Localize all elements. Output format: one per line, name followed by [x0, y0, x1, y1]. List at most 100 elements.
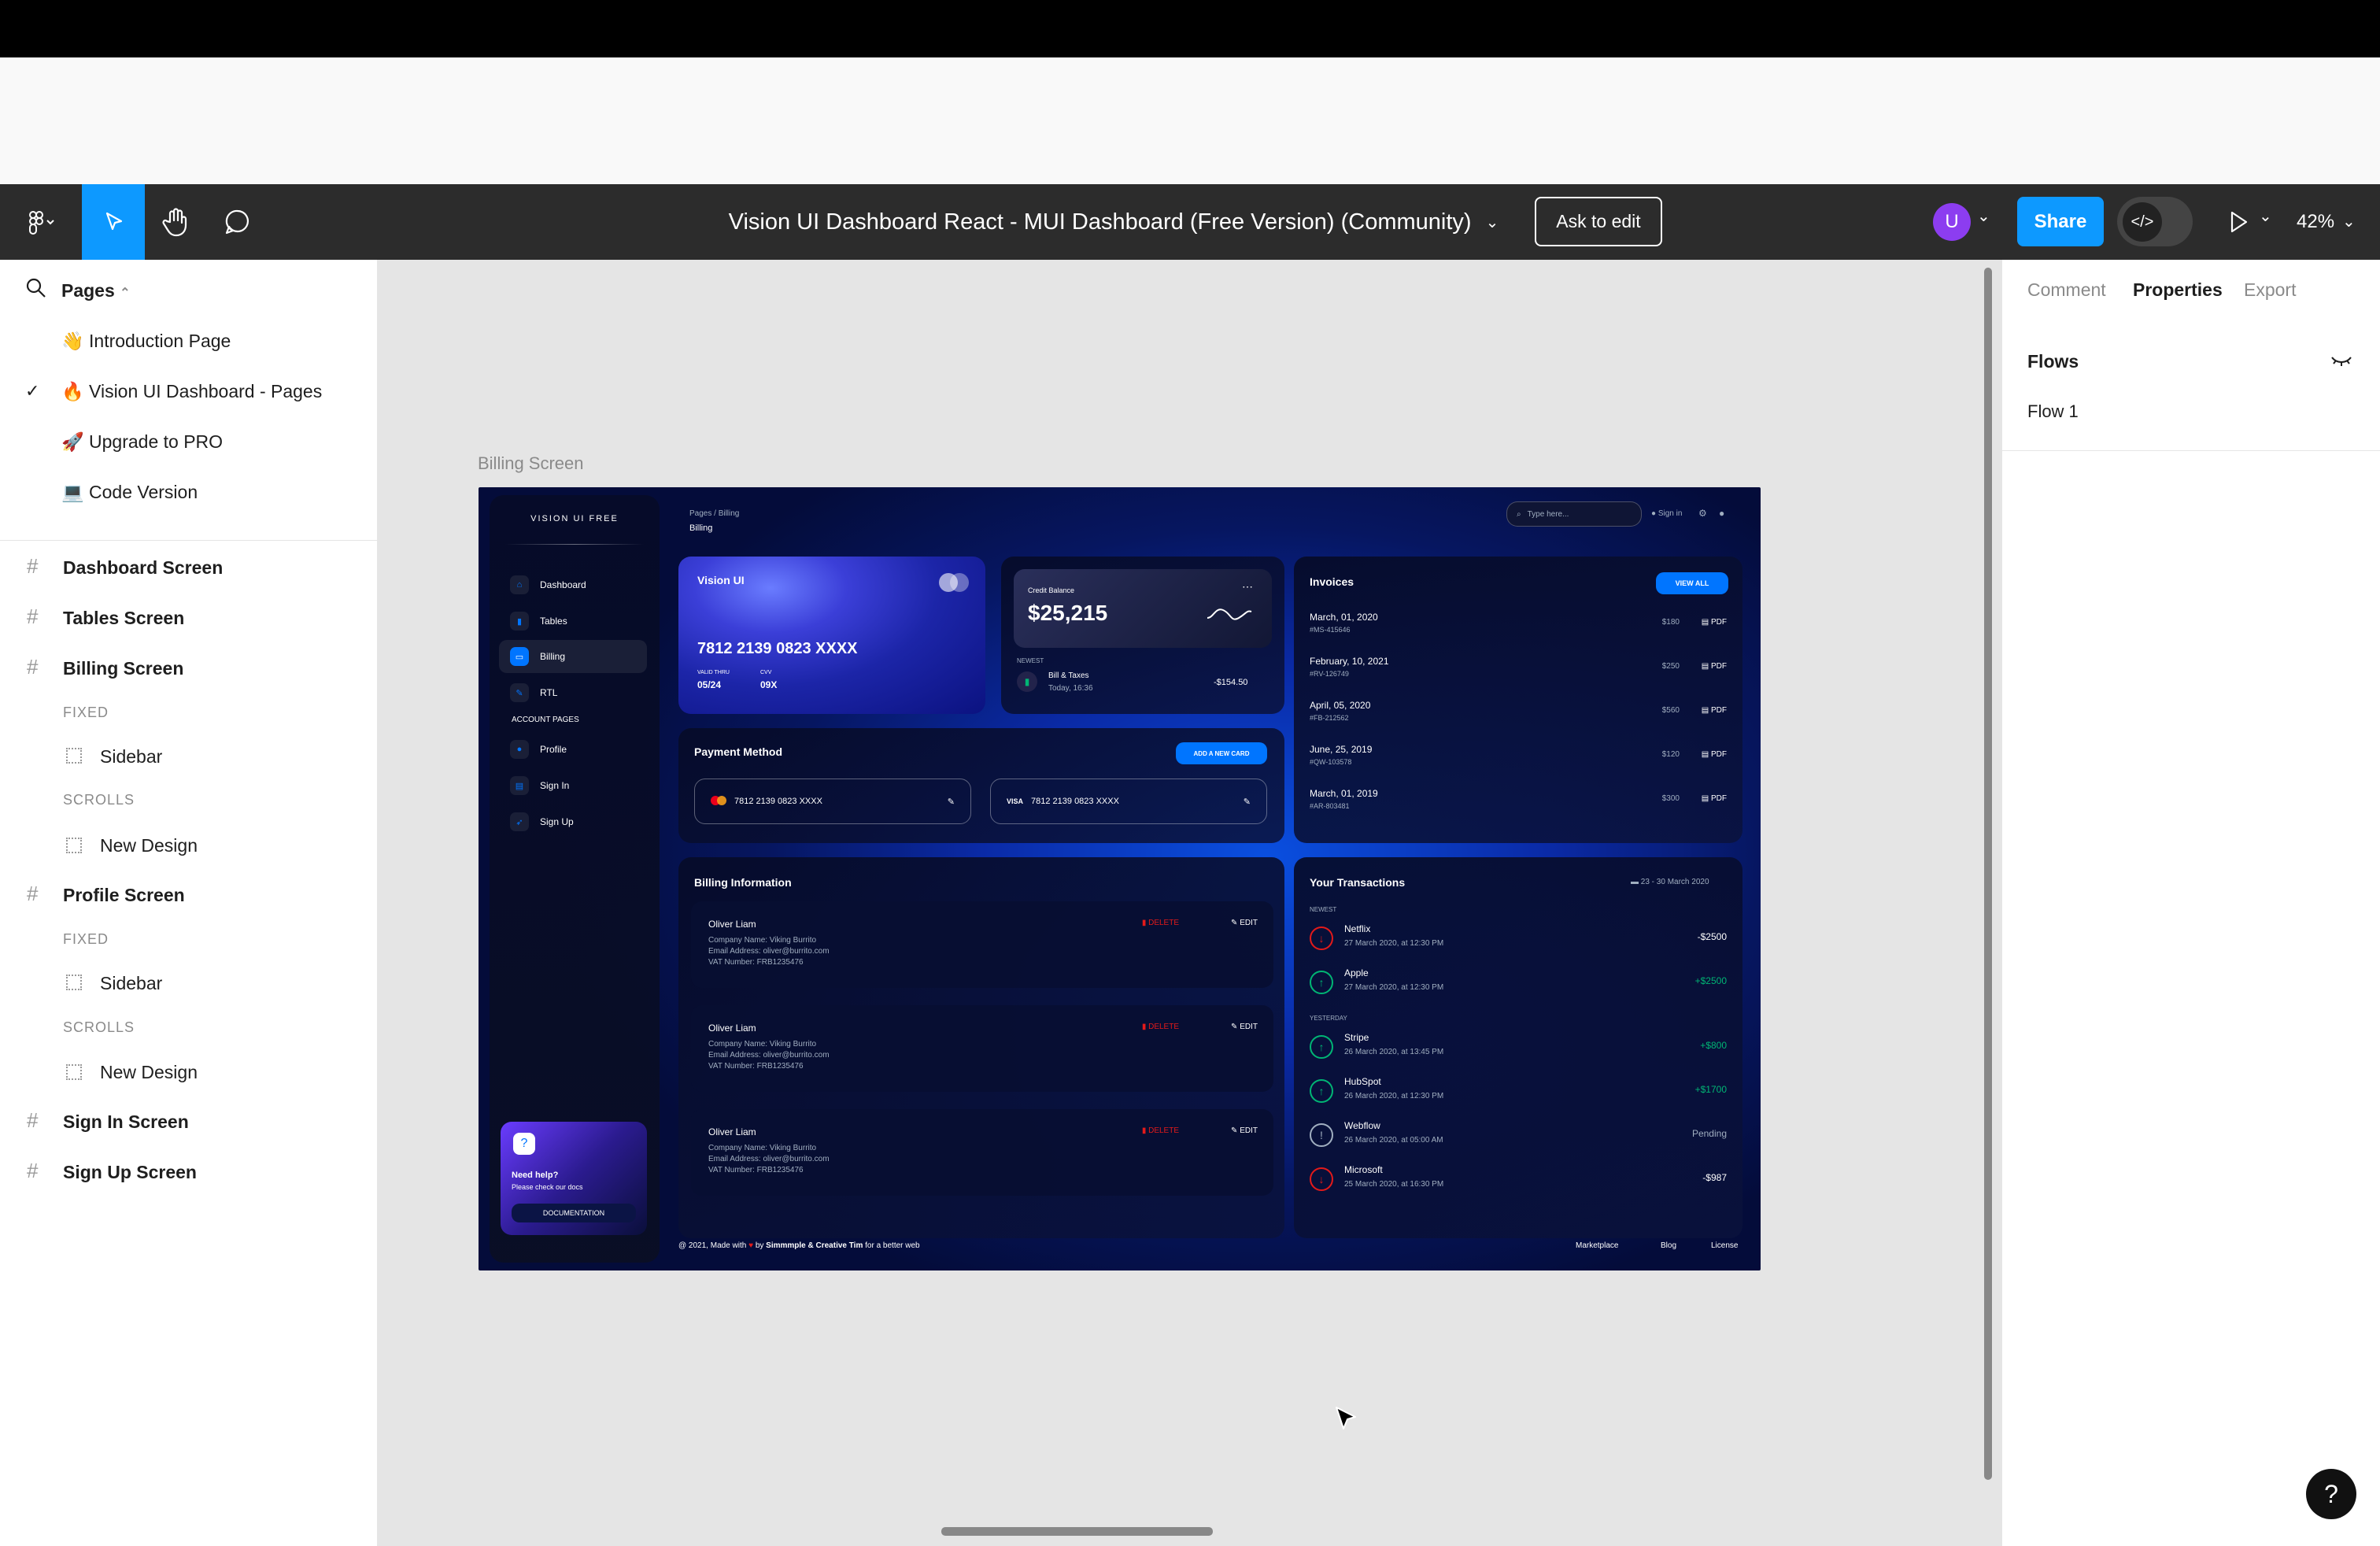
- frame-icon: #: [27, 1159, 39, 1182]
- delete-button[interactable]: ▮ DELETE: [1142, 1126, 1179, 1135]
- pages-header[interactable]: Pages ⌃: [61, 280, 131, 301]
- layer-sidebar[interactable]: Sidebar: [100, 973, 162, 994]
- view-all-button[interactable]: VIEW ALL: [1656, 572, 1728, 594]
- frame-icon: #: [27, 1108, 39, 1132]
- avatar[interactable]: U: [1933, 203, 1971, 241]
- billing-screen-frame[interactable]: VISION UI FREE ⌂ Dashboard ▮ Tables ▭ Billi…: [479, 487, 1761, 1270]
- edit-button[interactable]: ✎ EDIT: [1231, 1023, 1258, 1031]
- vertical-scrollbar[interactable]: [1984, 268, 1992, 1480]
- settings-gear-icon[interactable]: ⚙: [1698, 508, 1707, 519]
- account-pages-label: ACCOUNT PAGES: [512, 716, 579, 724]
- eye-closed-icon[interactable]: [2330, 351, 2353, 374]
- layer-billing-screen[interactable]: Billing Screen: [63, 658, 183, 679]
- section-icon: [66, 975, 82, 990]
- pdf-link[interactable]: ▤ PDF: [1702, 750, 1727, 759]
- pdf-link[interactable]: ▤ PDF: [1702, 706, 1727, 715]
- section-icon: [66, 748, 82, 764]
- invoices-card: Invoices VIEW ALL March, 01, 2020 #MS-415…: [1294, 557, 1743, 843]
- more-icon[interactable]: ⋯: [1242, 580, 1253, 594]
- file-title[interactable]: Vision UI Dashboard React - MUI Dashboar…: [0, 184, 2227, 260]
- page-item-code-version[interactable]: 💻 Code Version: [61, 482, 198, 503]
- present-chevron-icon[interactable]: ⌄: [2259, 206, 2272, 226]
- yesterday-label: YESTERDAY: [1310, 1015, 1347, 1022]
- divider: [2001, 450, 2380, 451]
- layer-dashboard-screen[interactable]: Dashboard Screen: [63, 557, 223, 579]
- help-title: Need help?: [512, 1171, 559, 1180]
- wrench-icon: ✎: [510, 683, 529, 702]
- dash-nav-rtl[interactable]: ✎ RTL: [499, 676, 647, 709]
- transactions-title: Your Transactions: [1310, 876, 1406, 889]
- tab-properties[interactable]: Properties: [2133, 279, 2223, 301]
- dash-nav-profile[interactable]: ● Profile: [499, 733, 647, 766]
- edit-pencil-icon[interactable]: ✎: [1244, 797, 1251, 807]
- newest-label: NEWEST: [1017, 657, 1044, 664]
- heart-icon: ♥: [748, 1241, 754, 1250]
- pdf-link[interactable]: ▤ PDF: [1702, 618, 1727, 627]
- horizontal-scrollbar[interactable]: [941, 1527, 1213, 1536]
- frame-label[interactable]: Billing Screen: [478, 453, 584, 474]
- visa-icon: VISA: [1007, 797, 1024, 805]
- dash-search-input[interactable]: ⌕ Type here...: [1506, 501, 1642, 527]
- layer-profile-screen[interactable]: Profile Screen: [63, 885, 185, 906]
- tab-comment[interactable]: Comment: [2027, 279, 2106, 301]
- share-button[interactable]: Share: [2017, 197, 2104, 246]
- footer-link-blog[interactable]: Blog: [1661, 1241, 1676, 1250]
- frame-icon: #: [27, 605, 39, 628]
- delete-button[interactable]: ▮ DELETE: [1142, 1023, 1179, 1031]
- edit-pencil-icon[interactable]: ✎: [948, 797, 955, 807]
- invoice-row: March, 01, 2019 #AR-803481 $300 ▤ PDF: [1310, 788, 1727, 810]
- footer-link-marketplace[interactable]: Marketplace: [1576, 1241, 1618, 1250]
- dash-nav-signin[interactable]: ▤ Sign In: [499, 769, 647, 802]
- pdf-link[interactable]: ▤ PDF: [1702, 662, 1727, 671]
- tab-export[interactable]: Export: [2244, 279, 2296, 301]
- footer-link-license[interactable]: License: [1711, 1241, 1738, 1250]
- page-item-upgrade[interactable]: 🚀 Upgrade to PRO: [61, 431, 223, 453]
- layer-sidebar[interactable]: Sidebar: [100, 746, 162, 767]
- dash-signin-link[interactable]: ● Sign in: [1651, 509, 1682, 518]
- bill-amount: -$154.50: [1214, 678, 1248, 687]
- page-item-vision-ui-pages[interactable]: 🔥 Vision UI Dashboard - Pages: [61, 381, 322, 402]
- arrow-up-icon: ↑: [1310, 1079, 1333, 1103]
- help-button[interactable]: ?: [2306, 1469, 2356, 1519]
- avatar-chevron-icon[interactable]: ⌄: [1977, 206, 1990, 226]
- layer-new-design[interactable]: New Design: [100, 835, 198, 856]
- checkmark-icon: ✓: [25, 381, 40, 401]
- dash-nav-tables[interactable]: ▮ Tables: [499, 605, 647, 638]
- present-play-icon[interactable]: [2224, 208, 2252, 236]
- layer-sign-up-screen[interactable]: Sign Up Screen: [63, 1162, 197, 1183]
- edit-button[interactable]: ✎ EDIT: [1231, 1126, 1258, 1135]
- dash-nav-billing[interactable]: ▭ Billing: [499, 640, 647, 673]
- layer-new-design[interactable]: New Design: [100, 1062, 198, 1083]
- chart-icon: ▮: [510, 612, 529, 631]
- add-new-card-button[interactable]: ADD A NEW CARD: [1176, 742, 1267, 764]
- notification-bell-icon[interactable]: ●: [1719, 508, 1724, 519]
- section-icon: [66, 1064, 82, 1080]
- invoices-title: Invoices: [1310, 575, 1354, 588]
- search-icon[interactable]: [25, 277, 47, 303]
- left-panel: [0, 260, 378, 1546]
- payment-card-mastercard[interactable]: 7812 2139 0823 XXXX ✎: [694, 779, 971, 824]
- flow-item[interactable]: Flow 1: [2027, 401, 2079, 422]
- wave-graph-icon: [1206, 602, 1253, 630]
- need-help-card: ? Need help? Please check our docs DOCUM…: [501, 1122, 647, 1235]
- breadcrumb[interactable]: Pages / Billing: [689, 509, 739, 518]
- documentation-button[interactable]: DOCUMENTATION: [512, 1204, 636, 1222]
- dash-nav-signup[interactable]: ➶ Sign Up: [499, 805, 647, 838]
- zoom-level[interactable]: 42% ⌄: [2297, 197, 2375, 246]
- delete-button[interactable]: ▮ DELETE: [1142, 919, 1179, 927]
- payment-card-visa[interactable]: VISA 7812 2139 0823 XXXX ✎: [990, 779, 1267, 824]
- edit-button[interactable]: ✎ EDIT: [1231, 919, 1258, 927]
- billing-entry: Oliver Liam Company Name: Viking Burrito…: [691, 1005, 1273, 1092]
- pdf-link[interactable]: ▤ PDF: [1702, 794, 1727, 803]
- layer-sign-in-screen[interactable]: Sign In Screen: [63, 1111, 189, 1133]
- layer-tables-screen[interactable]: Tables Screen: [63, 608, 184, 629]
- ask-to-edit-button[interactable]: Ask to edit: [1535, 197, 1662, 246]
- invoice-row: March, 01, 2020 #MS-415646 $180 ▤ PDF: [1310, 612, 1727, 634]
- section-scrolls: SCROLLS: [63, 792, 135, 808]
- transactions-card: Your Transactions ▬ 23 - 30 March 2020 N…: [1294, 857, 1743, 1238]
- arrow-up-icon: ↑: [1310, 971, 1333, 994]
- dash-nav-dashboard[interactable]: ⌂ Dashboard: [499, 568, 647, 601]
- home-icon: ⌂: [510, 575, 529, 594]
- dash-brand: VISION UI FREE: [530, 514, 619, 523]
- page-item-introduction[interactable]: 👋 Introduction Page: [61, 331, 231, 352]
